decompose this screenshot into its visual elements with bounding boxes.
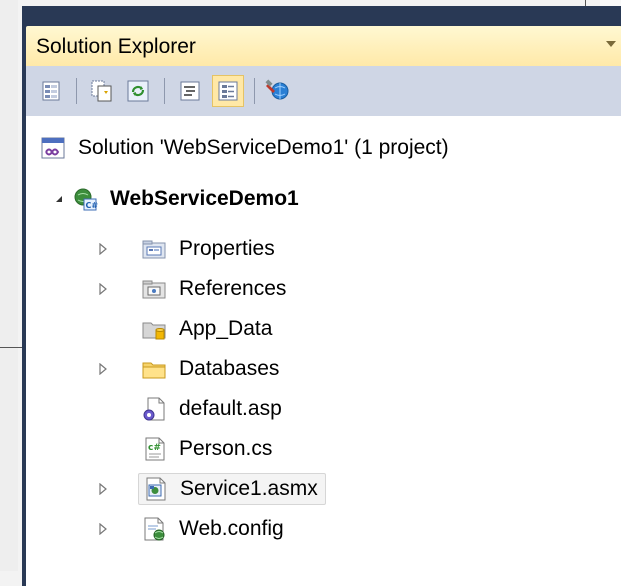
expand-arrow-icon[interactable]: [96, 482, 110, 496]
solution-icon: [41, 137, 65, 159]
tree-node-references[interactable]: References: [141, 271, 290, 307]
tree-node-label: default.asp: [179, 397, 282, 420]
tree-node-solution[interactable]: Solution 'WebServiceDemo1' (1 project): [40, 130, 453, 166]
toolbar: [26, 66, 621, 116]
expand-arrow-icon[interactable]: [96, 282, 110, 296]
panel-titlebar[interactable]: Solution Explorer: [26, 26, 621, 66]
tree-node-label: Service1.asmx: [180, 477, 318, 500]
expand-arrow-icon[interactable]: [96, 242, 110, 256]
tree-node-app-data[interactable]: App_Data: [141, 311, 276, 347]
tree-node-label: WebServiceDemo1: [110, 187, 299, 210]
expand-arrow-icon[interactable]: [96, 362, 110, 376]
expand-arrow-icon[interactable]: [96, 522, 110, 536]
tree-node-properties[interactable]: Properties: [141, 231, 279, 267]
copy-website-icon: [265, 79, 289, 100]
copy-website-button[interactable]: [262, 75, 294, 107]
panel-title: Solution Explorer: [36, 35, 196, 58]
background-divider: [0, 347, 22, 348]
view-designer-icon: [218, 81, 238, 101]
web-project-icon: C#: [74, 188, 99, 211]
dropdown-arrow-icon[interactable]: [606, 41, 616, 47]
view-designer-button[interactable]: [212, 75, 244, 107]
references-icon: [142, 280, 166, 299]
tree-node-project[interactable]: C# WebServiceDemo1: [72, 181, 303, 217]
tree-node-label: Databases: [179, 357, 280, 380]
refresh-icon: [127, 80, 149, 102]
asmx-file-icon: [146, 477, 166, 501]
tree-node-label: References: [179, 277, 287, 300]
show-all-files-icon: [91, 80, 112, 102]
tree-node-label: Web.config: [179, 517, 284, 540]
tree-node-default-asp[interactable]: default.asp: [141, 391, 286, 427]
view-code-icon: [180, 81, 200, 101]
background-left: [0, 0, 18, 571]
toolbar-separator: [76, 78, 77, 104]
tree-node-label: App_Data: [179, 317, 273, 340]
show-all-files-button[interactable]: [86, 75, 118, 107]
properties-icon: [42, 81, 60, 101]
tree-node-label: Properties: [179, 237, 275, 260]
tree-node-web-config[interactable]: Web.config: [141, 511, 288, 547]
collapse-arrow-icon[interactable]: [52, 192, 66, 206]
toolbar-separator: [254, 78, 255, 104]
view-code-button[interactable]: [174, 75, 206, 107]
refresh-button[interactable]: [122, 75, 154, 107]
app-data-folder-icon: [142, 322, 166, 340]
svg-text:c#: c#: [148, 443, 161, 453]
folder-icon: [142, 362, 166, 379]
toolbar-separator: [164, 78, 165, 104]
config-file-icon: [144, 517, 165, 541]
tree-node-databases[interactable]: Databases: [141, 351, 283, 387]
tree-node-person-cs[interactable]: c# Person.cs: [141, 431, 276, 467]
tree-node-label: Solution 'WebServiceDemo1' (1 project): [78, 136, 449, 159]
tree-node-service1-asmx[interactable]: Service1.asmx: [138, 471, 326, 507]
asp-file-icon: [143, 397, 165, 421]
solution-tree: Solution 'WebServiceDemo1' (1 project) C…: [26, 116, 621, 586]
solution-explorer-panel: Solution Explorer Solution 'WebServiceDe…: [22, 6, 621, 586]
svg-text:C#: C#: [86, 201, 99, 210]
properties-button[interactable]: [36, 75, 68, 107]
csharp-file-icon: c#: [145, 437, 165, 461]
tree-node-label: Person.cs: [179, 437, 273, 460]
properties-folder-icon: [142, 240, 166, 259]
